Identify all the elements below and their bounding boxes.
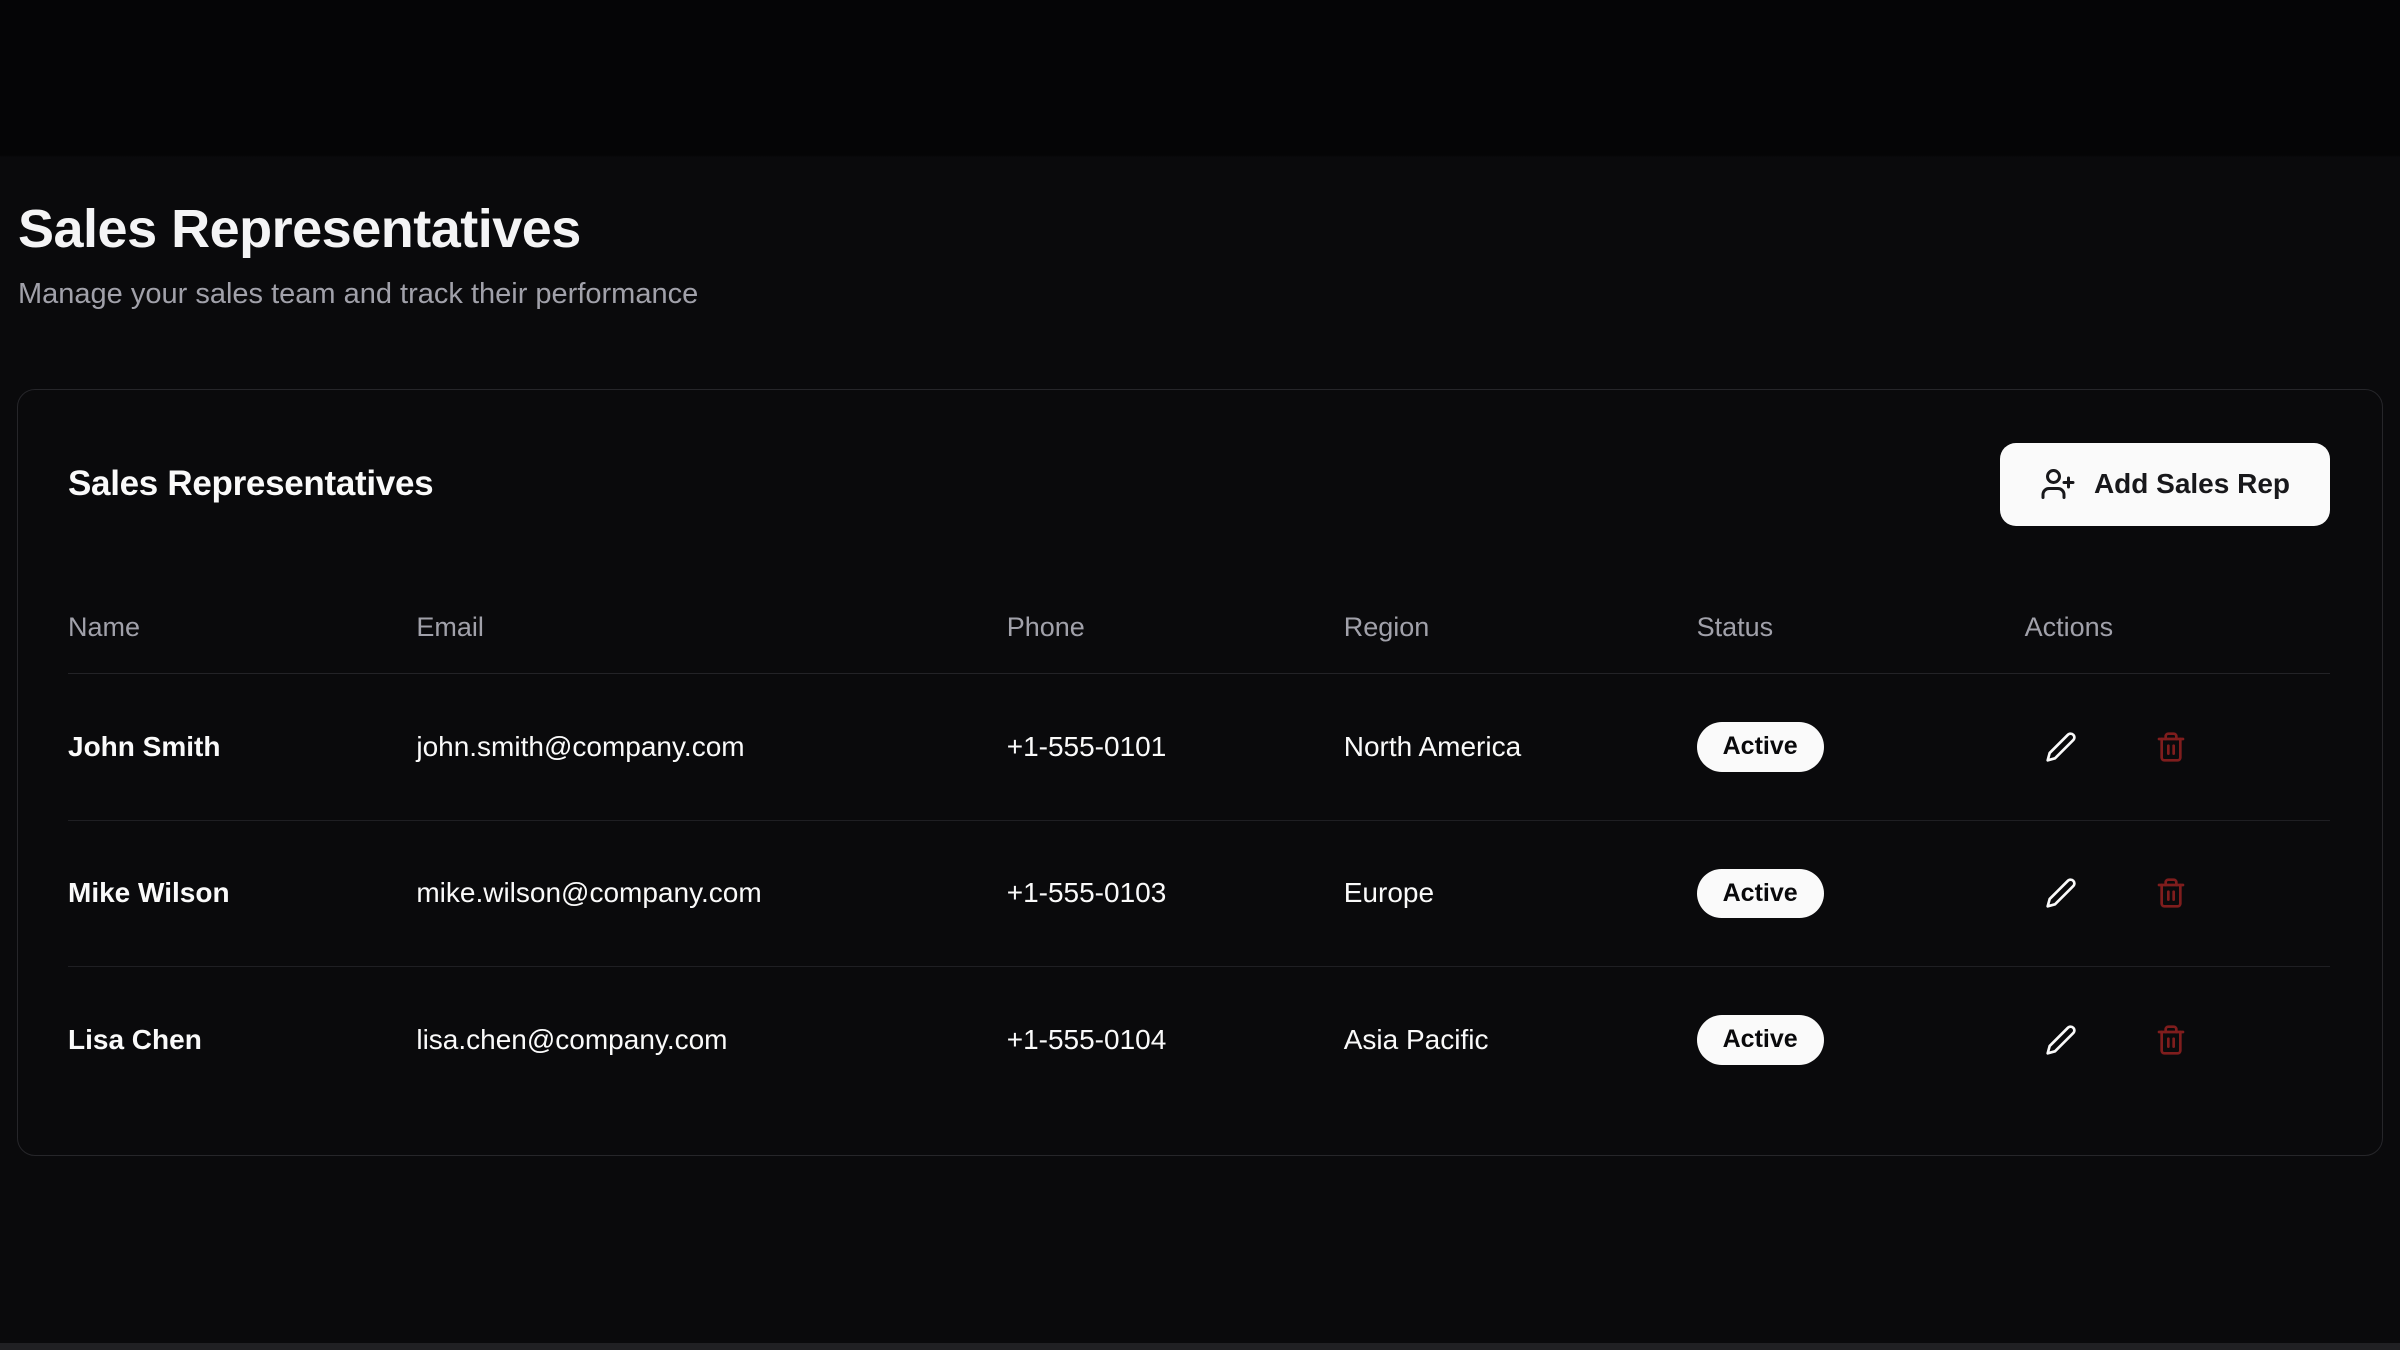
edit-button[interactable] — [2039, 1018, 2083, 1062]
sales-reps-card: Sales Representatives Add Sales Rep — [17, 389, 2383, 1156]
rep-email: lisa.chen@company.com — [416, 967, 1006, 1113]
status-badge: Active — [1697, 722, 1824, 772]
table-row: Mike Wilson mike.wilson@company.com +1-5… — [68, 820, 2330, 967]
rep-phone: +1-555-0103 — [1007, 820, 1344, 967]
pencil-icon — [2045, 1024, 2077, 1056]
delete-button[interactable] — [2149, 1018, 2193, 1062]
rep-region: Asia Pacific — [1344, 967, 1697, 1113]
page-header: Sales Representatives Manage your sales … — [17, 0, 2383, 313]
add-sales-rep-button-label: Add Sales Rep — [2094, 468, 2290, 500]
page: Sales Representatives Manage your sales … — [0, 0, 2400, 1156]
delete-button[interactable] — [2149, 725, 2193, 769]
table-row: John Smith john.smith@company.com +1-555… — [68, 674, 2330, 821]
status-badge: Active — [1697, 1015, 1824, 1065]
pencil-icon — [2045, 731, 2077, 763]
trash-icon — [2155, 1024, 2187, 1056]
card-title: Sales Representatives — [68, 464, 433, 504]
page-subtitle: Manage your sales team and track their p… — [18, 276, 2383, 314]
trash-icon — [2155, 877, 2187, 909]
edit-button[interactable] — [2039, 725, 2083, 769]
rep-region: Europe — [1344, 820, 1697, 967]
row-actions — [2025, 1018, 2330, 1062]
row-actions — [2025, 871, 2330, 915]
table-row: Lisa Chen lisa.chen@company.com +1-555-0… — [68, 967, 2330, 1113]
sales-reps-table: Name Email Phone Region Status Actions J… — [68, 582, 2330, 1113]
rep-phone: +1-555-0101 — [1007, 674, 1344, 821]
trash-icon — [2155, 731, 2187, 763]
column-header-name: Name — [68, 582, 416, 674]
card-header: Sales Representatives Add Sales Rep — [68, 442, 2330, 526]
rep-email: john.smith@company.com — [416, 674, 1006, 821]
column-header-phone: Phone — [1007, 582, 1344, 674]
table-header-row: Name Email Phone Region Status Actions — [68, 582, 2330, 674]
edit-button[interactable] — [2039, 871, 2083, 915]
rep-name: John Smith — [68, 674, 416, 821]
add-sales-rep-button[interactable]: Add Sales Rep — [2000, 443, 2330, 526]
page-title: Sales Representatives — [18, 196, 2383, 264]
column-header-email: Email — [416, 582, 1006, 674]
rep-phone: +1-555-0104 — [1007, 967, 1344, 1113]
delete-button[interactable] — [2149, 871, 2193, 915]
user-plus-icon — [2040, 466, 2076, 502]
rep-name: Mike Wilson — [68, 820, 416, 967]
status-badge: Active — [1697, 869, 1824, 919]
column-header-region: Region — [1344, 582, 1697, 674]
rep-email: mike.wilson@company.com — [416, 820, 1006, 967]
column-header-actions: Actions — [2025, 582, 2330, 674]
rep-name: Lisa Chen — [68, 967, 416, 1113]
row-actions — [2025, 725, 2330, 769]
window-bottom-edge — [0, 1343, 2400, 1350]
column-header-status: Status — [1697, 582, 2025, 674]
pencil-icon — [2045, 877, 2077, 909]
rep-region: North America — [1344, 674, 1697, 821]
